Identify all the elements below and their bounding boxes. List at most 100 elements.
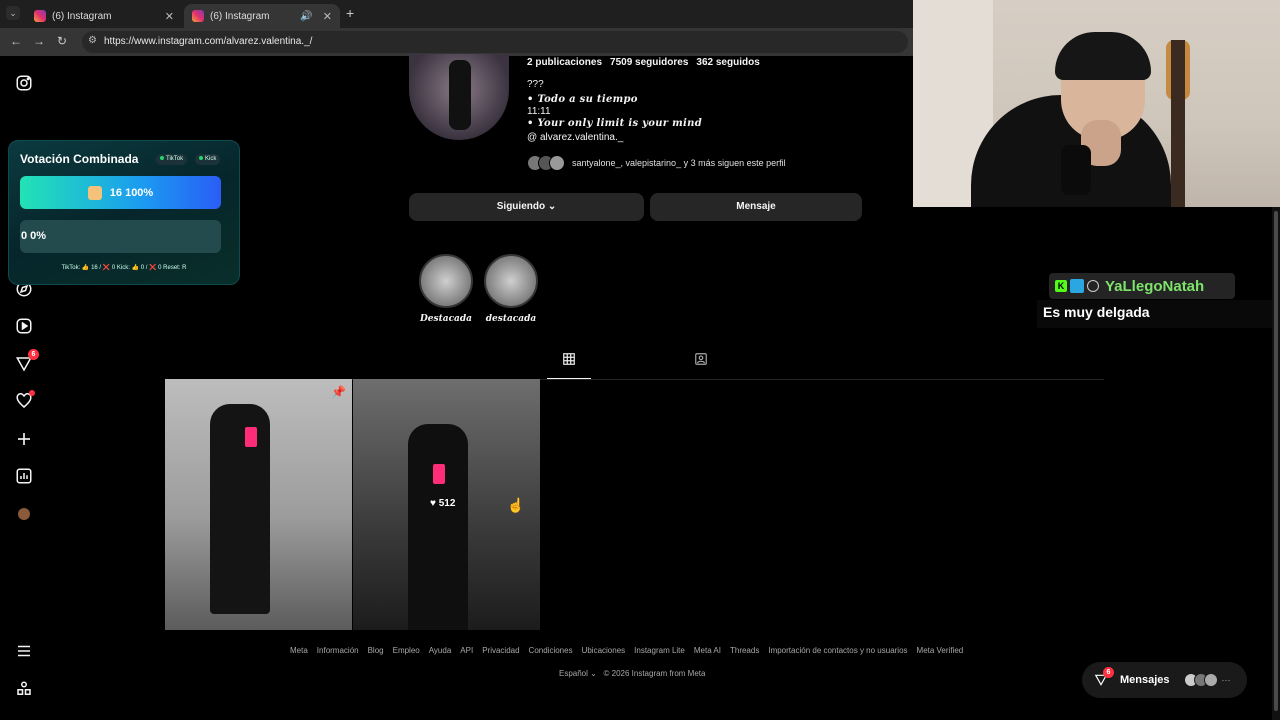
hand-cursor-icon: ☝ xyxy=(507,497,525,513)
footer-link[interactable]: Threads xyxy=(730,646,759,655)
new-tab-button[interactable]: + xyxy=(346,5,354,21)
highlight-cover xyxy=(484,254,538,308)
messages-label: Mensajes xyxy=(1120,674,1170,686)
footer-links: Meta Información Blog Empleo Ayuda API P… xyxy=(290,646,963,655)
back-arrow-icon[interactable]: ← xyxy=(10,34,22,48)
post-phone xyxy=(433,464,445,484)
address-bar[interactable]: ⚙ https://www.instagram.com/alvarez.vale… xyxy=(82,31,908,53)
footer-link[interactable]: Privacidad xyxy=(482,646,519,655)
chat-username: YaLlegoNatah xyxy=(1105,277,1205,295)
posts-count: 2 publicaciones xyxy=(527,57,603,68)
post-likes-count: 512 xyxy=(438,498,456,509)
chat-username-box: K YaLlegoNatah xyxy=(1049,273,1235,299)
post-thumbnail[interactable]: 📌 xyxy=(165,379,352,630)
browser-tab-1[interactable]: (6) Instagram ✕ xyxy=(26,4,182,28)
bio-line: • Your only limit is your mind xyxy=(527,118,702,129)
post-likes: ♥ 512 xyxy=(430,498,456,509)
threads-icon: @ xyxy=(527,132,538,143)
story-highlight[interactable]: destacada xyxy=(482,254,540,324)
footer-link[interactable]: Información xyxy=(317,646,359,655)
streamer-hair xyxy=(1055,32,1151,80)
tab-title: (6) Instagram xyxy=(210,10,270,22)
footer-link[interactable]: Importación de contactos y no usuarios xyxy=(768,646,907,655)
scrollbar-thumb[interactable] xyxy=(1274,211,1278,711)
scrollbar[interactable] xyxy=(1272,207,1280,720)
post-figure xyxy=(210,404,270,614)
kick-logo-icon: K xyxy=(1055,280,1067,292)
create-plus-icon[interactable] xyxy=(15,430,33,448)
bio-line: • Todo a su tiempo xyxy=(527,94,638,105)
footer-link[interactable]: Blog xyxy=(368,646,384,655)
avatar xyxy=(1203,673,1218,687)
speaker-icon[interactable]: 🔊 xyxy=(300,11,312,22)
chat-message: Es muy delgada xyxy=(1037,300,1280,328)
vote-emoji-icon xyxy=(87,186,102,200)
site-info-icon[interactable]: ⚙ xyxy=(88,35,97,46)
profile-avatar[interactable] xyxy=(409,54,509,140)
tab-tagged[interactable] xyxy=(690,352,712,379)
copyright-text: © 2026 Instagram from Meta xyxy=(603,669,706,678)
messages-button[interactable]: 6 Mensajes ··· xyxy=(1082,662,1247,698)
tab-search-icon[interactable]: ⌄ xyxy=(6,6,20,20)
following-count[interactable]: 362 seguidos xyxy=(696,57,759,68)
notifications-heart-icon[interactable] xyxy=(15,390,35,410)
highlight-label: Destacada xyxy=(419,314,473,324)
voting-title: Votación Combinada xyxy=(20,152,139,166)
direct-icon: 6 xyxy=(1094,667,1114,687)
messages-badge: 6 xyxy=(1103,667,1114,678)
footer-link[interactable]: API xyxy=(460,646,473,655)
footer-link[interactable]: Empleo xyxy=(393,646,420,655)
highlight-label: destacada xyxy=(485,314,537,324)
profile-stats: 2 publicaciones 7509 seguidores 362 segu… xyxy=(527,57,760,68)
threads-handle: alvarez.valentina._ xyxy=(539,132,624,143)
footer-link[interactable]: Ayuda xyxy=(429,646,452,655)
followed-by-row[interactable]: santyalone_, valepistarino_ y 3 más sigu… xyxy=(527,155,786,171)
followed-by-text: santyalone_, valepistarino_ y 3 más sigu… xyxy=(572,158,786,168)
instagram-logo-icon[interactable] xyxy=(15,74,33,92)
tab-posts[interactable] xyxy=(547,352,591,379)
footer-link[interactable]: Meta Verified xyxy=(917,646,964,655)
url-text: https://www.instagram.com/alvarez.valent… xyxy=(104,36,313,47)
reload-icon[interactable]: ↻ xyxy=(57,34,67,48)
dashboard-chart-icon[interactable] xyxy=(15,467,33,485)
footer-link[interactable]: Instagram Lite xyxy=(634,646,685,655)
instagram-favicon-icon xyxy=(34,10,46,22)
bio-line: ??? xyxy=(527,79,544,90)
browser-tab-2[interactable]: (6) Instagram 🔊 ✕ xyxy=(184,4,340,28)
tagged-user-icon xyxy=(695,353,707,365)
close-tab-icon[interactable]: ✕ xyxy=(323,10,332,23)
post-phone xyxy=(245,427,257,447)
vote-option-1-label: 16 100% xyxy=(109,186,154,199)
voting-widget: Votación Combinada TikTok Kick 16 100% 0… xyxy=(8,140,240,285)
vote-footer: TikTok: 👍 16 / ❌ 0 Kick: 👍 0 / ❌ 0 Reset… xyxy=(61,265,187,271)
meta-apps-icon[interactable] xyxy=(15,680,33,698)
webcam-overlay xyxy=(913,0,1280,207)
footer-link[interactable]: Ubicaciones xyxy=(582,646,626,655)
vote-option-2-label: 0 0% xyxy=(21,230,47,242)
reels-icon[interactable] xyxy=(15,317,33,335)
followers-count[interactable]: 7509 seguidores xyxy=(610,57,688,68)
footer-link[interactable]: Meta AI xyxy=(694,646,721,655)
guitar-neck xyxy=(1171,40,1185,207)
pinned-icon: 📌 xyxy=(331,385,346,399)
language-select[interactable]: Español ⌄ xyxy=(559,669,597,678)
browser-tabbar: ⌄ (6) Instagram ✕ (6) Instagram 🔊 ✕ + xyxy=(0,0,913,28)
badge-icon xyxy=(1070,279,1084,293)
direct-messages-icon[interactable]: 6 xyxy=(15,349,39,373)
profile-avatar-icon[interactable] xyxy=(15,505,33,523)
message-button[interactable]: Mensaje xyxy=(650,193,862,221)
forward-arrow-icon[interactable]: → xyxy=(33,34,45,48)
kick-tag: Kick xyxy=(195,154,221,165)
story-highlight[interactable]: Destacada xyxy=(417,254,475,324)
menu-hamburger-icon[interactable] xyxy=(15,642,33,660)
footer-link[interactable]: Condiciones xyxy=(529,646,573,655)
following-button[interactable]: Siguiendo ⌄ xyxy=(409,193,644,221)
footer-language-row: Español ⌄ © 2026 Instagram from Meta xyxy=(559,669,705,678)
threads-link[interactable]: @ alvarez.valentina._ xyxy=(527,132,623,143)
verified-badge-icon xyxy=(1087,280,1099,292)
browser-toolbar: ← → ↻ ⚙ https://www.instagram.com/alvare… xyxy=(0,28,913,56)
close-tab-icon[interactable]: ✕ xyxy=(165,10,174,23)
more-icon: ··· xyxy=(1221,675,1231,685)
notification-dot xyxy=(29,390,35,396)
footer-link[interactable]: Meta xyxy=(290,646,308,655)
